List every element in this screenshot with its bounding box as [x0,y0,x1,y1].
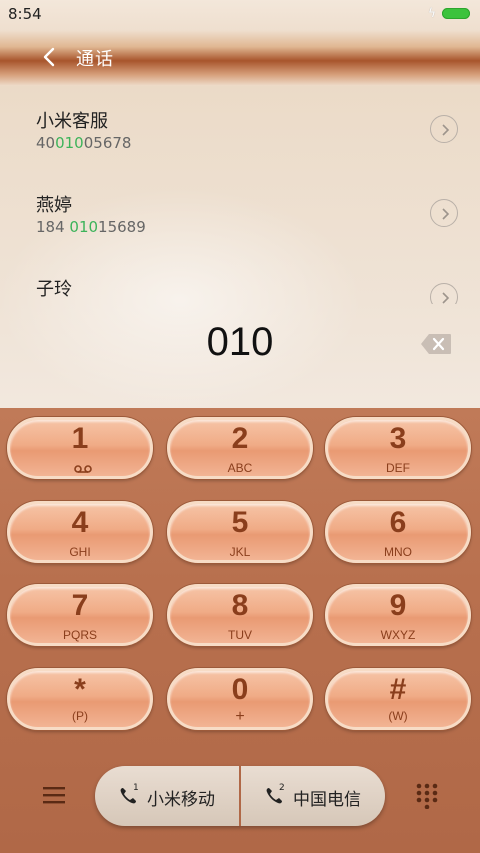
action-bar [0,30,480,86]
key-6[interactable]: 6 MNO [325,501,471,563]
key-2[interactable]: 2 ABC [167,417,313,479]
phone-sim2-icon [266,788,282,804]
page-title: 通话 [76,49,114,70]
key-8[interactable]: 8 TUV [167,584,313,646]
phone-sim1-icon [120,788,136,804]
key-7[interactable]: 7 PQRS [7,584,153,646]
contact-detail-button[interactable] [430,115,458,143]
call-sim1-button[interactable]: 1 小米移动 [95,766,239,826]
status-bar: 8:54 ϟ [0,0,480,30]
sim2-label: 中国电信 [293,790,361,810]
contact-name: 子玲 [36,279,72,300]
key-0[interactable]: 0 + [167,668,313,730]
call-sim2-button[interactable]: 2 中国电信 [241,766,385,826]
contact-detail-button[interactable] [430,283,458,304]
voicemail-icon [74,465,92,473]
key-5[interactable]: 5 JKL [167,501,313,563]
sim1-label: 小米移动 [147,790,215,810]
chevron-right-icon [442,292,450,304]
backspace-icon[interactable] [420,333,452,355]
key-1[interactable]: 1 [7,417,153,479]
contact-number: 4001005678 [36,134,132,152]
sim-call-selector: 1 小米移动 2 中国电信 [95,766,385,826]
key-3[interactable]: 3 DEF [325,417,471,479]
chevron-right-icon [442,124,450,136]
key-hash[interactable]: # (W) [325,668,471,730]
contact-row[interactable]: 燕婷 184 01015689 [0,170,480,254]
contact-detail-button[interactable] [430,199,458,227]
contact-name: 燕婷 [36,195,72,216]
back-arrow-icon[interactable] [38,44,60,70]
contact-name: 小米客服 [36,111,108,132]
status-time: 8:54 [8,5,42,23]
menu-icon[interactable] [42,785,66,805]
contact-row[interactable]: 小米客服 4001005678 [0,86,480,170]
battery-icon [442,8,470,19]
key-4[interactable]: 4 GHI [7,501,153,563]
key-star[interactable]: * (P) [7,668,153,730]
dialpad-toggle-icon[interactable] [416,783,438,809]
contact-number: 184 01015689 [36,218,146,236]
key-9[interactable]: 9 WXYZ [325,584,471,646]
contact-row[interactable]: 子玲 [0,254,480,304]
dialed-number: 010 [206,320,274,364]
chevron-right-icon [442,208,450,220]
charging-bolt-icon: ϟ [428,6,436,20]
